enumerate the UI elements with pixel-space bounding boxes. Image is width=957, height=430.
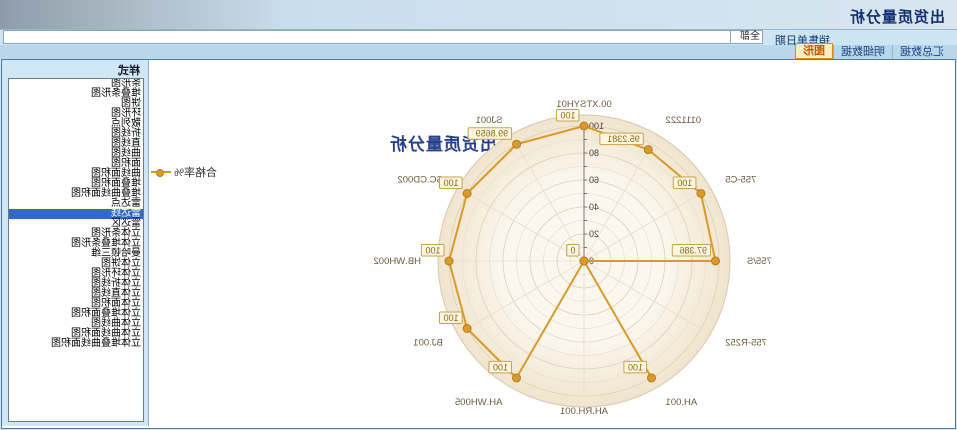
radar-category-label: SC.CD002 <box>397 175 442 186</box>
radar-value-label: 100 <box>444 313 459 323</box>
radar-category-label: AH.RH.001 <box>560 406 608 417</box>
radar-data-point <box>697 190 705 198</box>
tab-2[interactable]: 明细数据 <box>833 45 892 59</box>
radar-value-label: 100 <box>628 362 643 372</box>
radar-data-point <box>580 257 588 265</box>
tab-bar: 汇总数据明细数据图形 <box>0 45 957 59</box>
chart-panel: 出货质量分析 合格率% 02040608010000.XTSYH01011122… <box>148 60 955 426</box>
radar-data-point <box>644 146 652 154</box>
application-window: 出货质量分析 销售单日期 全部 汇总数据明细数据图形 出货质量分析 合格率% 0… <box>0 0 957 430</box>
title-bar: 出货质量分析 <box>0 0 957 30</box>
chart-type-listbox[interactable]: 条形图堆叠条形图饼图环形图散列点折线图直线图曲线图面积图曲线面积图堆叠面积图堆叠… <box>8 78 144 422</box>
sidebar-header: 样式 <box>118 62 140 78</box>
chart-style-sidebar: 样式 条形图堆叠条形图饼图环形图散列点折线图直线图曲线图面积图曲线面积图堆叠面积… <box>2 60 148 426</box>
page-title: 出货质量分析 <box>849 6 945 27</box>
radar-category-label: 0111222 <box>666 115 702 126</box>
radar-value-label: 100 <box>425 246 440 256</box>
radar-data-point <box>711 257 719 265</box>
radar-category-label: 755-C5 <box>725 175 756 186</box>
radar-value-label: 100 <box>677 178 692 188</box>
radar-value-label: 97.386 <box>679 246 707 256</box>
radar-axis-tick-label: 80 <box>589 148 599 158</box>
radar-category-label: 755-R252 <box>725 338 767 349</box>
radar-category-label: 00.XTSYH01 <box>556 99 611 110</box>
filter-value-dropdown[interactable]: 全部 <box>729 30 763 44</box>
filter-date-input[interactable] <box>3 30 731 44</box>
chart-type-option[interactable]: 立体堆叠曲线面积图 <box>9 339 143 349</box>
radar-data-point <box>463 190 471 198</box>
radar-value-label: 100 <box>444 178 459 188</box>
radar-category-label: HB.WH002 <box>373 256 421 267</box>
radar-category-label: BJ.001 <box>413 338 443 349</box>
radar-data-point <box>648 374 656 382</box>
main-panel: 出货质量分析 合格率% 02040608010000.XTSYH01011122… <box>1 59 956 429</box>
radar-chart: 02040608010000.XTSYH010111222755-C5755/S… <box>149 60 955 426</box>
radar-data-point <box>580 122 588 130</box>
radar-axis-tick-label: 40 <box>589 202 599 212</box>
radar-axis-tick-label: 20 <box>589 229 599 239</box>
radar-axis-tick-label: 60 <box>589 175 599 185</box>
radar-value-label: 100 <box>493 362 508 372</box>
radar-category-label: 755/S <box>747 256 772 267</box>
radar-value-label: 0 <box>570 246 575 256</box>
tab-1[interactable]: 汇总数据 <box>892 45 951 59</box>
tab-3[interactable]: 图形 <box>795 43 833 59</box>
radar-value-label: 99.8659 <box>476 129 509 139</box>
radar-category-label: AH.WH005 <box>455 397 503 408</box>
radar-category-label: AH.001 <box>666 397 698 408</box>
radar-value-label: 95.2381 <box>607 134 640 144</box>
radar-value-label: 100 <box>560 111 575 121</box>
radar-data-point <box>513 374 521 382</box>
radar-category-label: SJ001 <box>476 115 503 126</box>
radar-data-point <box>463 325 471 333</box>
radar-data-point <box>513 140 521 148</box>
radar-data-point <box>445 257 453 265</box>
